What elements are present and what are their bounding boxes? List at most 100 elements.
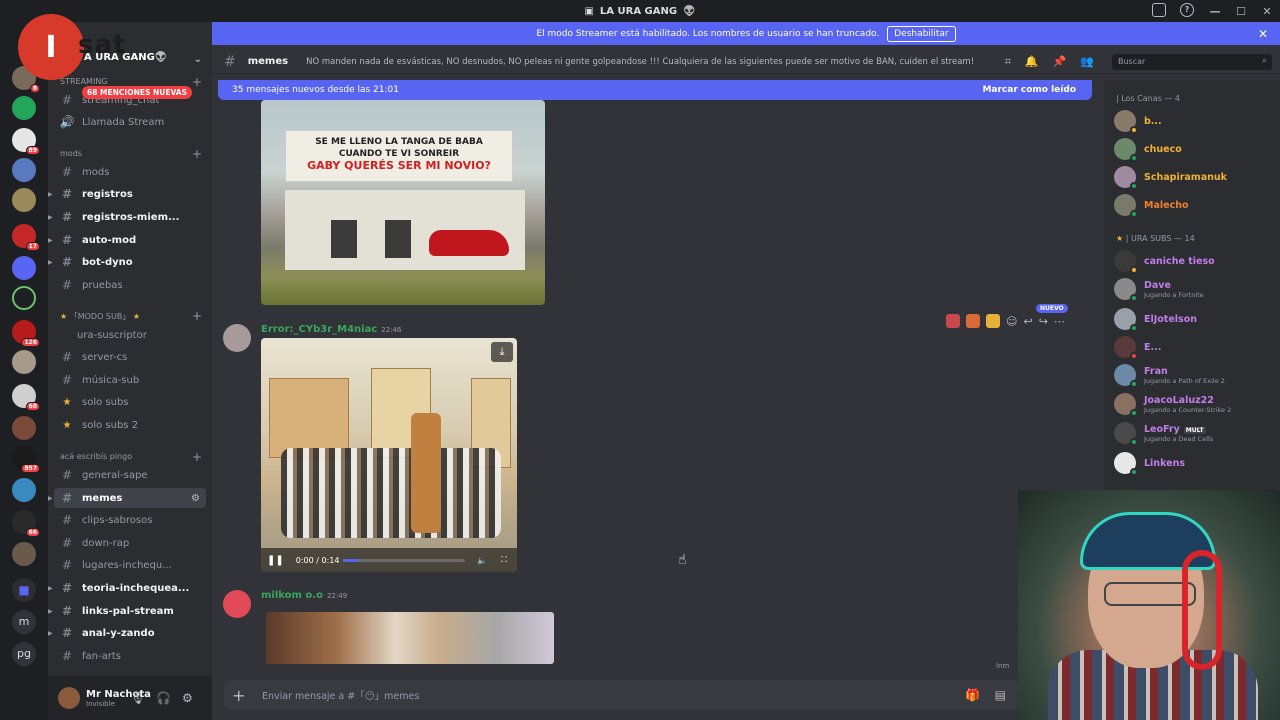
member-item[interactable]: caniche tieso: [1114, 250, 1215, 274]
server-icon[interactable]: 66: [12, 510, 40, 537]
server-icon[interactable]: 857: [12, 446, 40, 473]
server-icon[interactable]: [12, 478, 36, 502]
settings-gear-icon[interactable]: ⚙: [182, 691, 193, 705]
search-input[interactable]: Buscar ⌕: [1112, 54, 1272, 70]
member-item[interactable]: ElJotelson: [1114, 308, 1197, 332]
volume-icon[interactable]: 🔈: [477, 556, 487, 565]
message-author[interactable]: Error:_CYb3r_M4niac 22:46: [261, 324, 401, 335]
minimize-button[interactable]: —: [1202, 5, 1228, 18]
member-item[interactable]: Schapiramanuk: [1114, 166, 1227, 190]
server-icon[interactable]: [12, 416, 36, 440]
channel-server-cs[interactable]: # server-cs: [54, 347, 206, 367]
message-image-attachment[interactable]: [266, 612, 554, 664]
add-channel-icon[interactable]: +: [192, 309, 202, 323]
server-icon-pg[interactable]: pg: [12, 642, 36, 666]
disable-streamer-button[interactable]: Deshabilitar: [887, 25, 956, 42]
channel-bot-dyno[interactable]: ▶ # bot-dyno: [48, 252, 206, 272]
server-icon[interactable]: 126: [12, 320, 40, 347]
member-item[interactable]: Linkens: [1114, 452, 1185, 476]
channel-anal-y-zando[interactable]: ▶ # anal-y-zando: [48, 623, 206, 643]
server-icon[interactable]: [12, 350, 36, 374]
gear-icon[interactable]: ⚙: [191, 493, 200, 504]
member-item[interactable]: Fran Jugando a Path of Exile 2: [1114, 364, 1225, 388]
add-reaction-icon[interactable]: ☺: [1006, 315, 1017, 328]
member-item[interactable]: Malecho: [1114, 194, 1189, 218]
add-channel-icon[interactable]: +: [192, 147, 202, 161]
server-icon[interactable]: 68: [12, 384, 40, 411]
maximize-button[interactable]: ☐: [1228, 5, 1254, 18]
category-mods[interactable]: mods +: [60, 147, 202, 161]
fullscreen-icon[interactable]: ⛶: [501, 555, 507, 565]
channel-pruebas[interactable]: # pruebas: [54, 275, 206, 295]
member-item[interactable]: JoacoLaluz22 Jugando a Counter-Strike 2: [1114, 393, 1231, 417]
mark-as-read-button[interactable]: Marcar como leído: [982, 85, 1076, 95]
video-attachment[interactable]: ⤓ ❚❚ 0:00 / 0:14 🔈 ⛶: [261, 338, 517, 572]
mic-icon[interactable]: 🎙: [130, 691, 145, 705]
channel-lugares[interactable]: # lugares-inchequ...: [54, 555, 206, 575]
channel-links-pal-stream[interactable]: ▶ # links-pal-stream: [48, 601, 206, 621]
forward-icon[interactable]: ↪: [1039, 315, 1048, 328]
reaction-emoji[interactable]: [946, 314, 960, 328]
member-item[interactable]: LeoFry MULT Jugando a Dead Cells: [1114, 422, 1213, 446]
headphones-icon[interactable]: 🎧: [156, 691, 171, 705]
member-item[interactable]: chueco: [1114, 138, 1182, 162]
folder-icon[interactable]: ■: [12, 578, 36, 602]
channel-mods[interactable]: # mods: [54, 162, 206, 182]
server-icon[interactable]: [12, 188, 36, 212]
mentions-badge[interactable]: 68 MENCIONES NUEVAS: [82, 86, 192, 99]
new-messages-bar[interactable]: 35 mensajes nuevos desde las 21:01 Marca…: [218, 80, 1092, 100]
message-composer[interactable]: + Enviar mensaje a #「😶」memes 🎁 ▤: [224, 680, 1018, 710]
channel-registros-miembros[interactable]: ▶ # registros-miem...: [48, 207, 206, 227]
channel-registros[interactable]: ▶ # registros: [48, 184, 206, 204]
channel-general-sape[interactable]: # general-sape: [54, 465, 206, 485]
reaction-emoji[interactable]: [966, 314, 980, 328]
gift-icon[interactable]: 🎁: [965, 688, 980, 702]
channel-solo-subs-2[interactable]: ★ solo subs 2: [54, 415, 206, 435]
pause-icon[interactable]: ❚❚: [267, 555, 284, 566]
channel-ura-suscriptor[interactable]: ura-suscriptor: [54, 325, 206, 345]
message-image-attachment[interactable]: SE ME LLENO LA TANGA DE BABA CUANDO TE V…: [261, 100, 545, 305]
category-aca-escribis[interactable]: acá escribís pingo +: [60, 450, 202, 464]
close-banner-icon[interactable]: ✕: [1258, 27, 1268, 41]
server-icon[interactable]: [12, 96, 36, 120]
members-list-icon[interactable]: 👥: [1080, 55, 1094, 69]
category-modo-sub[interactable]: ★ 「MODO SUB」 ★ +: [60, 309, 202, 323]
member-item[interactable]: b...: [1114, 110, 1162, 134]
message-author[interactable]: milkom o.o 22:49: [261, 590, 347, 601]
channel-auto-mod[interactable]: ▶ # auto-mod: [48, 230, 206, 250]
category-streaming[interactable]: STREAMING +: [60, 75, 202, 89]
channel-memes[interactable]: ▶ # memes ⚙: [48, 488, 206, 508]
threads-icon[interactable]: ⌗: [1005, 55, 1011, 69]
help-icon[interactable]: ?: [1180, 3, 1194, 17]
avatar[interactable]: [223, 324, 251, 352]
inbox-icon[interactable]: [1152, 3, 1166, 17]
more-options-icon[interactable]: ⋯: [1054, 315, 1065, 328]
channel-solo-subs[interactable]: ★ solo subs: [54, 392, 206, 412]
server-icon[interactable]: [12, 542, 36, 566]
server-icon[interactable]: 17: [12, 224, 40, 251]
add-channel-icon[interactable]: +: [192, 450, 202, 464]
server-icon[interactable]: [12, 158, 36, 182]
channel-musica-sub[interactable]: # música-sub: [54, 370, 206, 390]
reply-icon[interactable]: ↩: [1023, 315, 1032, 328]
add-channel-icon[interactable]: +: [192, 75, 202, 89]
server-icon[interactable]: [12, 286, 36, 310]
gif-icon[interactable]: ▤: [995, 688, 1006, 702]
server-icon[interactable]: 89: [12, 128, 40, 155]
server-icon[interactable]: [12, 256, 36, 280]
channel-down-rap[interactable]: # down-rap: [54, 533, 206, 553]
download-icon[interactable]: ⤓: [491, 342, 513, 362]
close-window-button[interactable]: ✕: [1254, 5, 1280, 18]
channel-fan-arts[interactable]: # fan-arts: [54, 646, 206, 666]
avatar[interactable]: [58, 687, 80, 709]
server-icon-m[interactable]: m: [12, 610, 36, 634]
notification-bell-icon[interactable]: 🔔: [1025, 55, 1039, 69]
avatar[interactable]: [223, 590, 251, 618]
pin-icon[interactable]: 📌: [1053, 55, 1067, 69]
member-item[interactable]: E...: [1114, 336, 1161, 360]
video-progress-bar[interactable]: [343, 559, 465, 562]
channel-teoria[interactable]: ▶ # teoria-inchequea...: [48, 578, 206, 598]
channel-clips-sabrosos[interactable]: # clips-sabrosos: [54, 510, 206, 530]
channel-llamada-stream[interactable]: 🔊 Llamada Stream: [54, 112, 206, 132]
reaction-emoji[interactable]: [986, 314, 1000, 328]
